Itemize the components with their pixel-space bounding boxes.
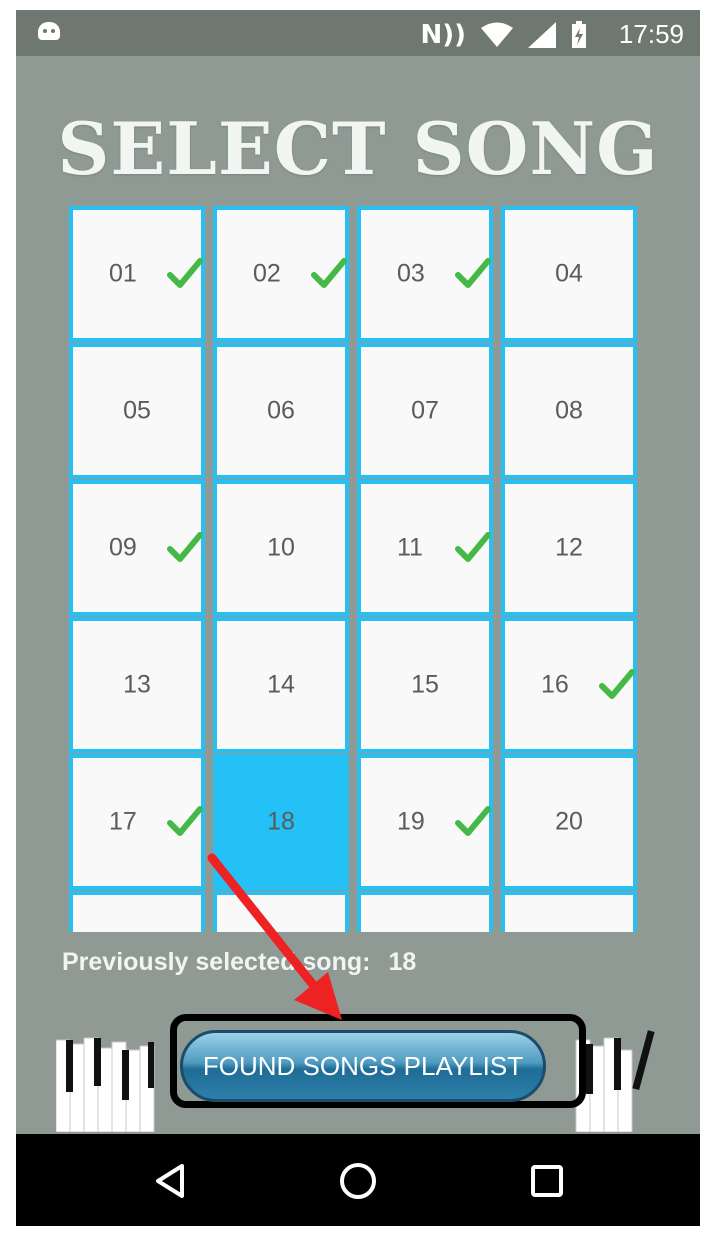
song-grid: 01 02 03 04 05 06 07 08 09 10 11 12 13 14 15 16 17 18 19 20 [69,206,641,932]
previous-song-value: 18 [388,948,417,976]
song-number: 19 [397,807,425,836]
song-number: 05 [123,396,151,425]
song-number: 20 [555,807,583,836]
checkmark-icon [455,258,491,288]
home-icon[interactable] [333,1156,383,1206]
song-number: 03 [397,259,425,288]
previous-song-text: Previously selected song: 18 [62,948,416,977]
song-number: 01 [109,259,137,288]
nfc-icon: N)) [420,20,466,50]
song-number: 07 [411,396,439,425]
checkmark-icon [167,806,203,836]
song-number: 10 [267,533,295,562]
checkmark-icon [599,669,635,699]
song-number: 08 [555,396,583,425]
song-cell-01[interactable]: 01 [69,206,205,342]
song-cell-07[interactable]: 07 [357,343,493,479]
song-number: 06 [267,396,295,425]
song-cell-row5-col0[interactable] [69,891,205,932]
checkmark-icon [311,258,347,288]
song-cell-13[interactable]: 13 [69,617,205,753]
song-cell-17[interactable]: 17 [69,754,205,890]
song-number: 12 [555,533,583,562]
song-number: 04 [555,259,583,288]
song-number: 11 [397,533,423,562]
song-cell-12[interactable]: 12 [501,480,637,616]
wifi-icon [481,22,513,47]
song-cell-03[interactable]: 03 [357,206,493,342]
song-number: 02 [253,259,281,288]
song-number: 09 [109,533,137,562]
status-bar: N)) 17:59 [16,10,700,56]
song-cell-18[interactable]: 18 [213,754,349,890]
song-cell-11[interactable]: 11 [357,480,493,616]
status-icons: N)) [420,20,588,50]
checkmark-icon [455,532,491,562]
song-cell-20[interactable]: 20 [501,754,637,890]
song-cell-04[interactable]: 04 [501,206,637,342]
song-cell-row5-col3[interactable] [501,891,637,932]
checkmark-icon [455,806,491,836]
song-cell-05[interactable]: 05 [69,343,205,479]
signal-icon [528,22,556,48]
song-number: 18 [267,807,295,836]
song-cell-06[interactable]: 06 [213,343,349,479]
song-number: 17 [109,807,137,836]
song-cell-row5-col1[interactable] [213,891,349,932]
song-number: 15 [411,670,439,699]
song-cell-14[interactable]: 14 [213,617,349,753]
phone-screen: N)) 17:59 SELECT SONG 01 02 03 04 05 06 07 08 09… [16,10,700,1226]
song-cell-15[interactable]: 15 [357,617,493,753]
navigation-bar [16,1134,700,1226]
song-cell-row5-col2[interactable] [357,891,493,932]
battery-charging-icon [572,21,586,48]
song-cell-09[interactable]: 09 [69,480,205,616]
previous-song-label: Previously selected song: [62,948,371,976]
android-notification-icon [38,22,60,40]
song-cell-19[interactable]: 19 [357,754,493,890]
song-cell-16[interactable]: 16 [501,617,637,753]
checkmark-icon [167,532,203,562]
song-number: 14 [267,670,295,699]
song-cell-10[interactable]: 10 [213,480,349,616]
back-icon[interactable] [146,1156,196,1206]
song-number: 13 [123,670,151,699]
clock: 17:59 [618,19,684,49]
found-songs-playlist-button[interactable]: FOUND SONGS PLAYLIST [180,1030,546,1102]
checkmark-icon [167,258,203,288]
page-title: SELECT SONG [57,106,659,191]
song-number: 16 [541,670,569,699]
song-cell-08[interactable]: 08 [501,343,637,479]
song-cell-02[interactable]: 02 [213,206,349,342]
recents-icon[interactable] [522,1156,572,1206]
